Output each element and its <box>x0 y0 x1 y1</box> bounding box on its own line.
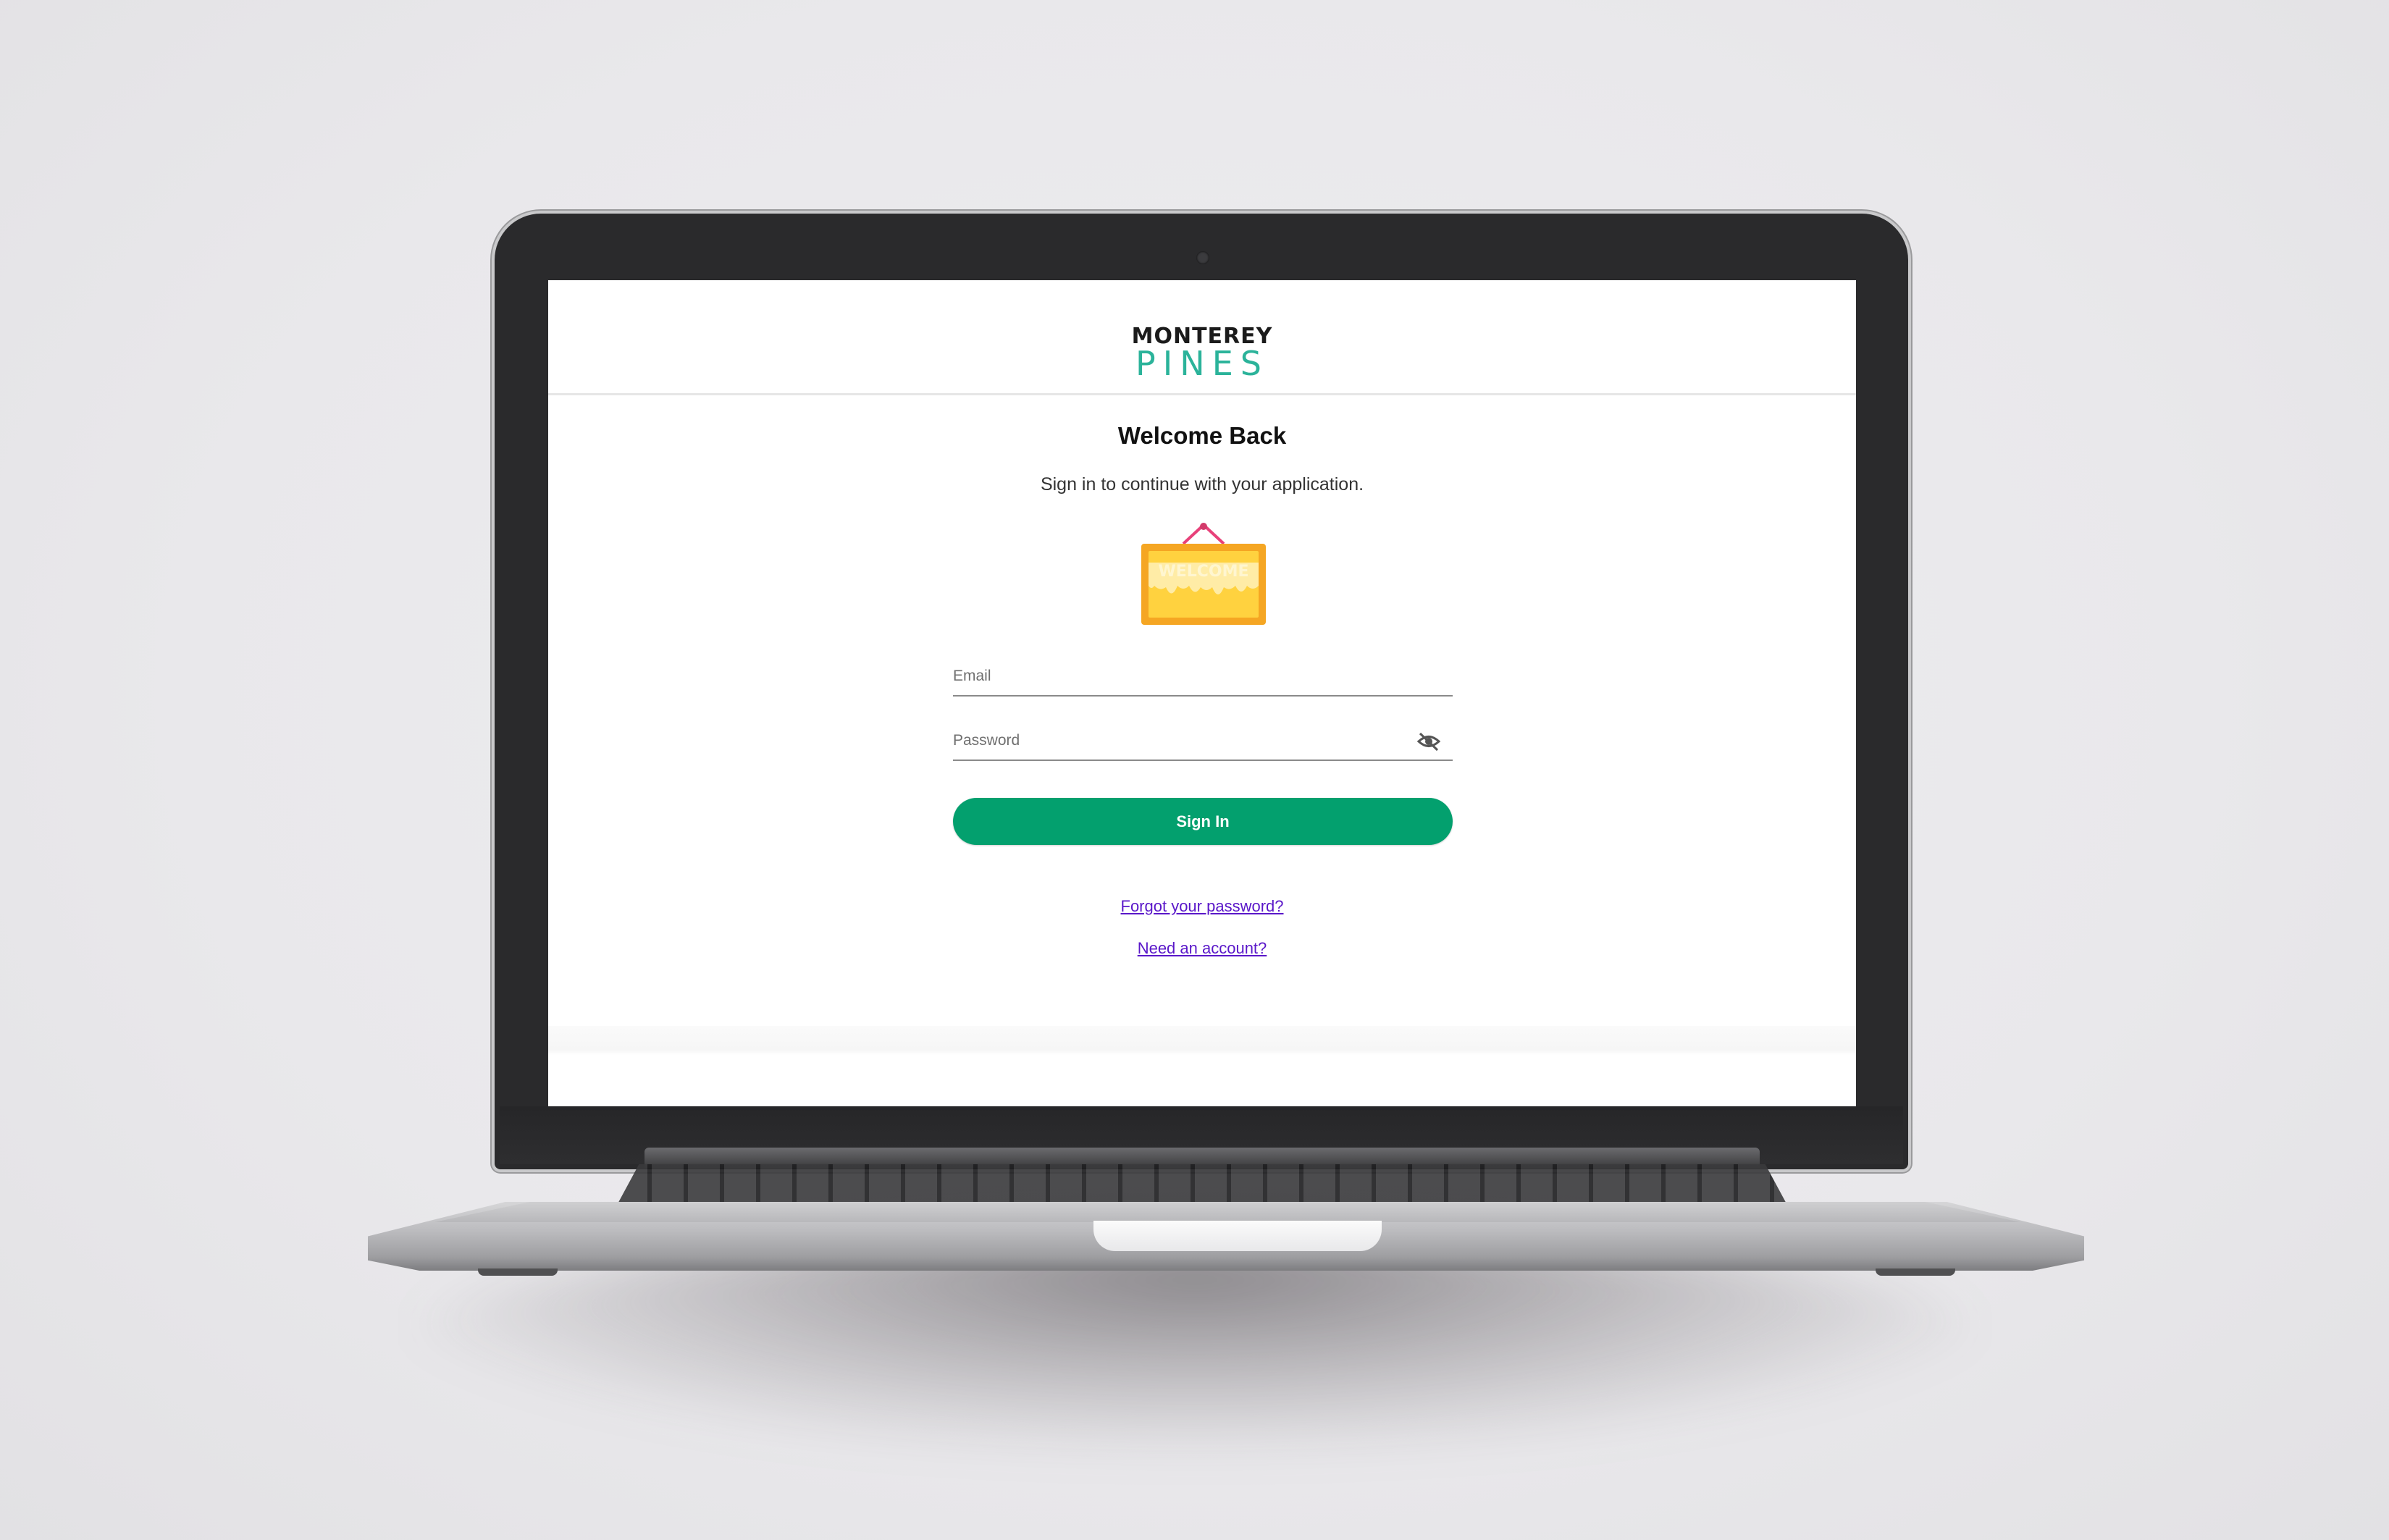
page-footer <box>548 1026 1856 1106</box>
password-field-container <box>953 725 1453 761</box>
need-account-row: Need an account? <box>548 939 1856 958</box>
email-field[interactable] <box>953 660 1416 692</box>
need-account-link[interactable]: Need an account? <box>1138 939 1267 957</box>
laptop-keyboard <box>616 1164 1789 1208</box>
laptop-foot-left <box>478 1268 558 1276</box>
forgot-password-row: Forgot your password? <box>548 897 1856 916</box>
laptop-base-top <box>434 1202 2020 1222</box>
laptop-opening-notch <box>1093 1221 1382 1251</box>
brand-logo-line2: PINES <box>1135 344 1269 383</box>
page-title: Welcome Back <box>1117 422 1287 449</box>
email-field-container <box>953 660 1453 697</box>
forgot-password-link[interactable]: Forgot your password? <box>1121 897 1284 915</box>
laptop-foot-right <box>1876 1268 1955 1276</box>
laptop-screen: MONTEREY PINES Welcome Back Sign in to c… <box>548 280 1856 1106</box>
sign-in-button[interactable]: Sign In <box>953 798 1453 845</box>
site-header: MONTEREY PINES <box>548 280 1856 395</box>
eye-off-icon[interactable] <box>1416 731 1441 752</box>
page-subtitle: Sign in to continue with your applicatio… <box>1040 474 1364 495</box>
webcam <box>1196 251 1209 264</box>
welcome-sign-text: WELCOME <box>1158 563 1249 581</box>
password-field[interactable] <box>953 725 1416 757</box>
